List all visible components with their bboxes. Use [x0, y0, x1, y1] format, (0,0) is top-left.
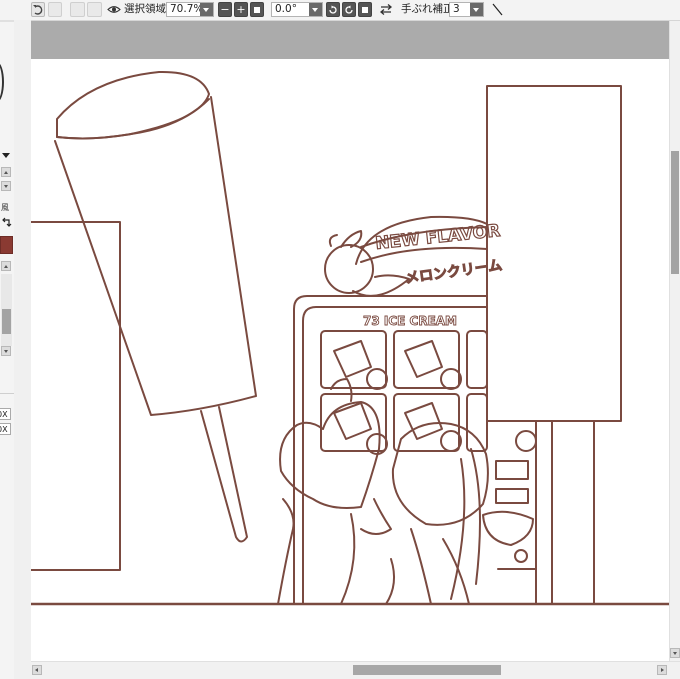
scroll-left-arrow[interactable]: [32, 665, 42, 675]
sign-sub-text: メロンクリーム: [404, 258, 503, 287]
rotate-right-button[interactable]: [342, 2, 356, 17]
px-field-2[interactable]: 0X: [0, 423, 11, 435]
panel-scroll-thumb[interactable]: [2, 309, 11, 334]
vertical-scrollbar[interactable]: [669, 21, 680, 661]
scroll-up-button[interactable]: [1, 261, 11, 271]
rotation-field[interactable]: 0.0°: [271, 2, 323, 17]
horizontal-scrollbar[interactable]: [31, 661, 680, 679]
rotate-left-icon: [329, 5, 337, 14]
swap-colors-icon[interactable]: [1, 217, 12, 231]
zoom-dropdown-icon[interactable]: [200, 3, 213, 16]
zoom-in-button[interactable]: +: [234, 2, 248, 17]
scroll-right-arrow[interactable]: [657, 665, 667, 675]
drawing-canvas[interactable]: NEW FLAVOR メロンクリーム 73 ICE CREAM: [31, 59, 669, 661]
zoom-value: 70.7%: [170, 3, 204, 15]
stabilization-dropdown-icon[interactable]: [470, 3, 483, 16]
toolbar-blank-button-2[interactable]: [87, 2, 102, 17]
panel-label: 風: [1, 203, 9, 212]
rotation-reset-button[interactable]: [358, 2, 372, 17]
canvas-backdrop: [31, 21, 669, 59]
panel-dropdown-icon[interactable]: [2, 153, 10, 158]
panel-divider-2: [0, 393, 14, 394]
rotate-left-button[interactable]: [326, 2, 340, 17]
zoom-fit-button[interactable]: [250, 2, 264, 17]
top-toolbar: 選択領域 70.7% − + 0.0° 手ぶれ補正 3: [0, 0, 680, 21]
line-tool-button[interactable]: [490, 2, 504, 17]
stabilization-field[interactable]: 3: [449, 2, 484, 17]
line-art-drawing: NEW FLAVOR メロンクリーム 73 ICE CREAM: [31, 70, 669, 606]
rotation-value: 0.0°: [275, 3, 297, 15]
canvas-gutter: [14, 20, 31, 679]
line-tool-icon: [492, 3, 503, 16]
popsicle-top: [56, 70, 210, 140]
panel-scroll-track[interactable]: [1, 274, 12, 346]
redo-button[interactable]: [48, 2, 62, 17]
stabilization-label: 手ぶれ補正: [401, 3, 454, 15]
reset-icon: [362, 6, 368, 13]
scroll-down-button[interactable]: [1, 346, 11, 356]
panel-divider: [0, 20, 14, 22]
selection-visibility-button[interactable]: [107, 2, 121, 17]
horizontal-scroll-thumb[interactable]: [353, 665, 501, 675]
scroll-down-arrow[interactable]: [670, 648, 680, 658]
rotation-dropdown-icon[interactable]: [309, 3, 322, 16]
flip-icon: [379, 4, 393, 15]
undo-button[interactable]: [31, 2, 45, 17]
spin-up-button[interactable]: [1, 167, 11, 177]
plus-icon: +: [236, 3, 246, 16]
flip-horizontal-button[interactable]: [379, 2, 393, 17]
minus-icon: −: [220, 3, 230, 16]
rotate-right-icon: [345, 5, 353, 14]
main-color-swatch[interactable]: [0, 236, 13, 254]
px-field-1[interactable]: 0X: [0, 408, 11, 420]
undo-icon: [33, 5, 43, 15]
spin-down-button[interactable]: [1, 181, 11, 191]
selection-label: 選択領域: [124, 3, 166, 15]
toolbar-blank-button-1[interactable]: [70, 2, 85, 17]
machine-label: 73 ICE CREAM: [363, 314, 457, 328]
vertical-scroll-thumb[interactable]: [671, 151, 679, 274]
color-wheel-edge[interactable]: [0, 62, 4, 102]
eye-icon: [107, 6, 121, 13]
zoom-out-button[interactable]: −: [218, 2, 232, 17]
left-panel: 風 0X 0X: [0, 20, 14, 679]
stabilization-value: 3: [453, 3, 460, 15]
square-icon: [254, 6, 260, 13]
zoom-field[interactable]: 70.7%: [166, 2, 214, 17]
